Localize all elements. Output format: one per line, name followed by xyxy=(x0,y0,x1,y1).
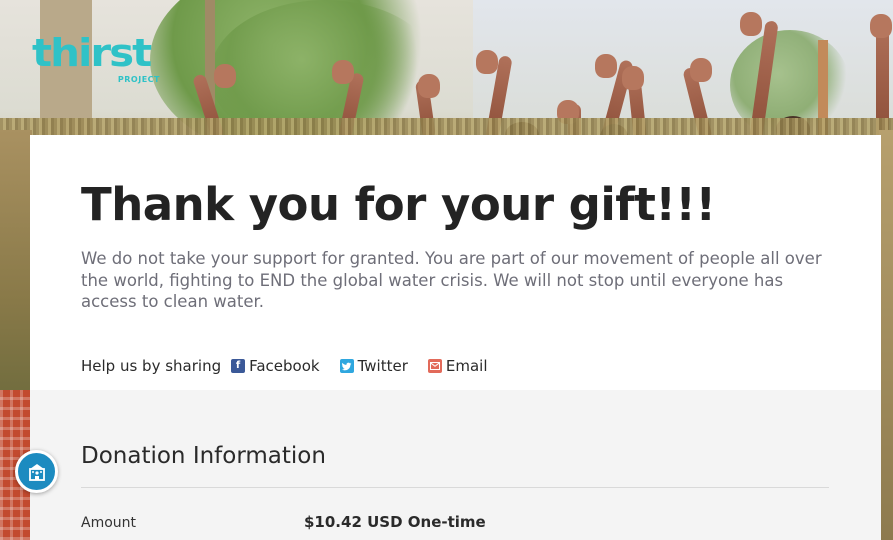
facebook-icon: f xyxy=(231,359,246,373)
thirst-project-logo[interactable]: thirst PROJECT xyxy=(32,33,162,89)
share-facebook-label: Facebook xyxy=(249,357,320,375)
thank-you-message: We do not take your support for granted.… xyxy=(81,249,822,311)
share-twitter-label: Twitter xyxy=(357,357,408,375)
share-twitter-link[interactable]: Twitter xyxy=(339,357,408,375)
donation-information-heading: Donation Information xyxy=(81,443,326,469)
page-title: Thank you for your gift!!! xyxy=(81,178,716,231)
amount-label: Amount xyxy=(81,515,137,531)
section-divider xyxy=(81,487,829,488)
share-facebook-link[interactable]: f Facebook xyxy=(231,357,320,375)
accessibility-icon xyxy=(28,463,45,481)
share-email-label: Email xyxy=(445,357,488,375)
accessibility-button[interactable] xyxy=(15,450,58,493)
share-email-link[interactable]: Email xyxy=(427,357,488,375)
share-label: Help us by sharing xyxy=(81,357,222,375)
email-icon xyxy=(427,359,442,373)
share-bar: Help us by sharing f Facebook Twitter Em… xyxy=(81,355,508,377)
amount-value: $10.42 USD One-time xyxy=(304,513,486,531)
thank-you-card: Thank you for your gift!!! We do not tak… xyxy=(30,135,881,540)
twitter-icon xyxy=(339,359,354,373)
logo-subtitle: PROJECT xyxy=(117,75,160,84)
logo-wordmark: thirst xyxy=(32,30,152,76)
